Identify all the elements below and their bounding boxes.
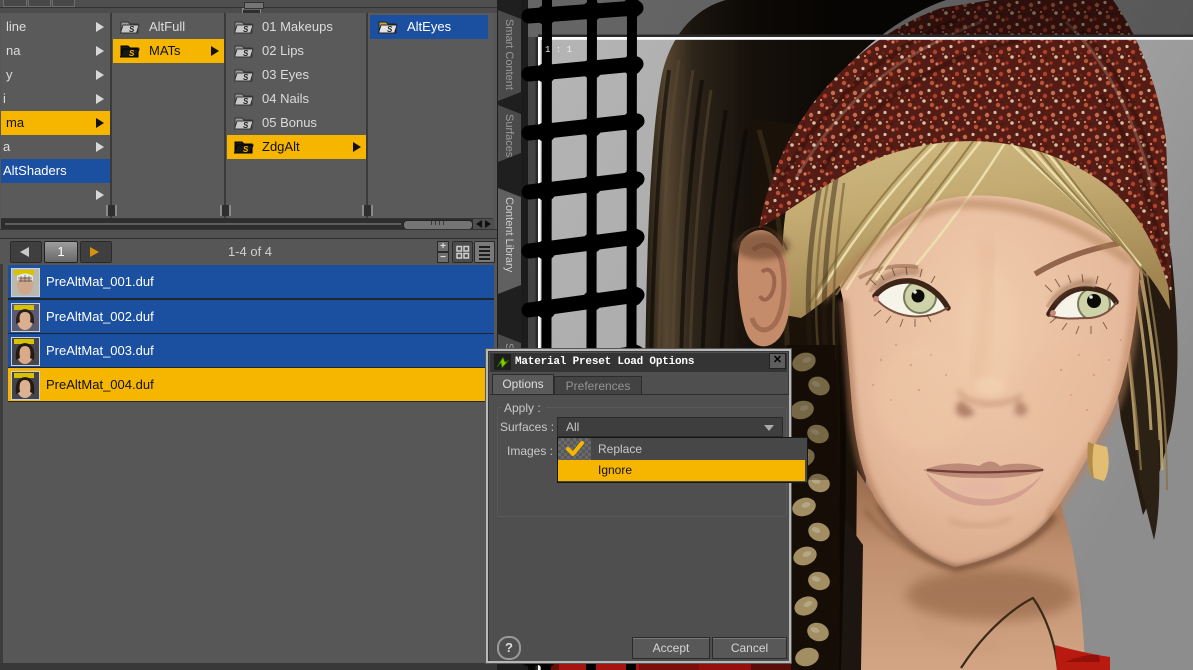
svg-text:S: S [243,145,249,154]
svg-text:S: S [387,25,393,34]
svg-text:S: S [129,25,135,34]
svg-text:S: S [243,25,249,34]
svg-text:S: S [243,97,249,106]
svg-text:S: S [243,121,249,130]
svg-text:1 : 1: 1 : 1 [545,45,572,55]
svg-text:S: S [129,49,135,58]
svg-text:S: S [243,49,249,58]
svg-text:S: S [243,73,249,82]
